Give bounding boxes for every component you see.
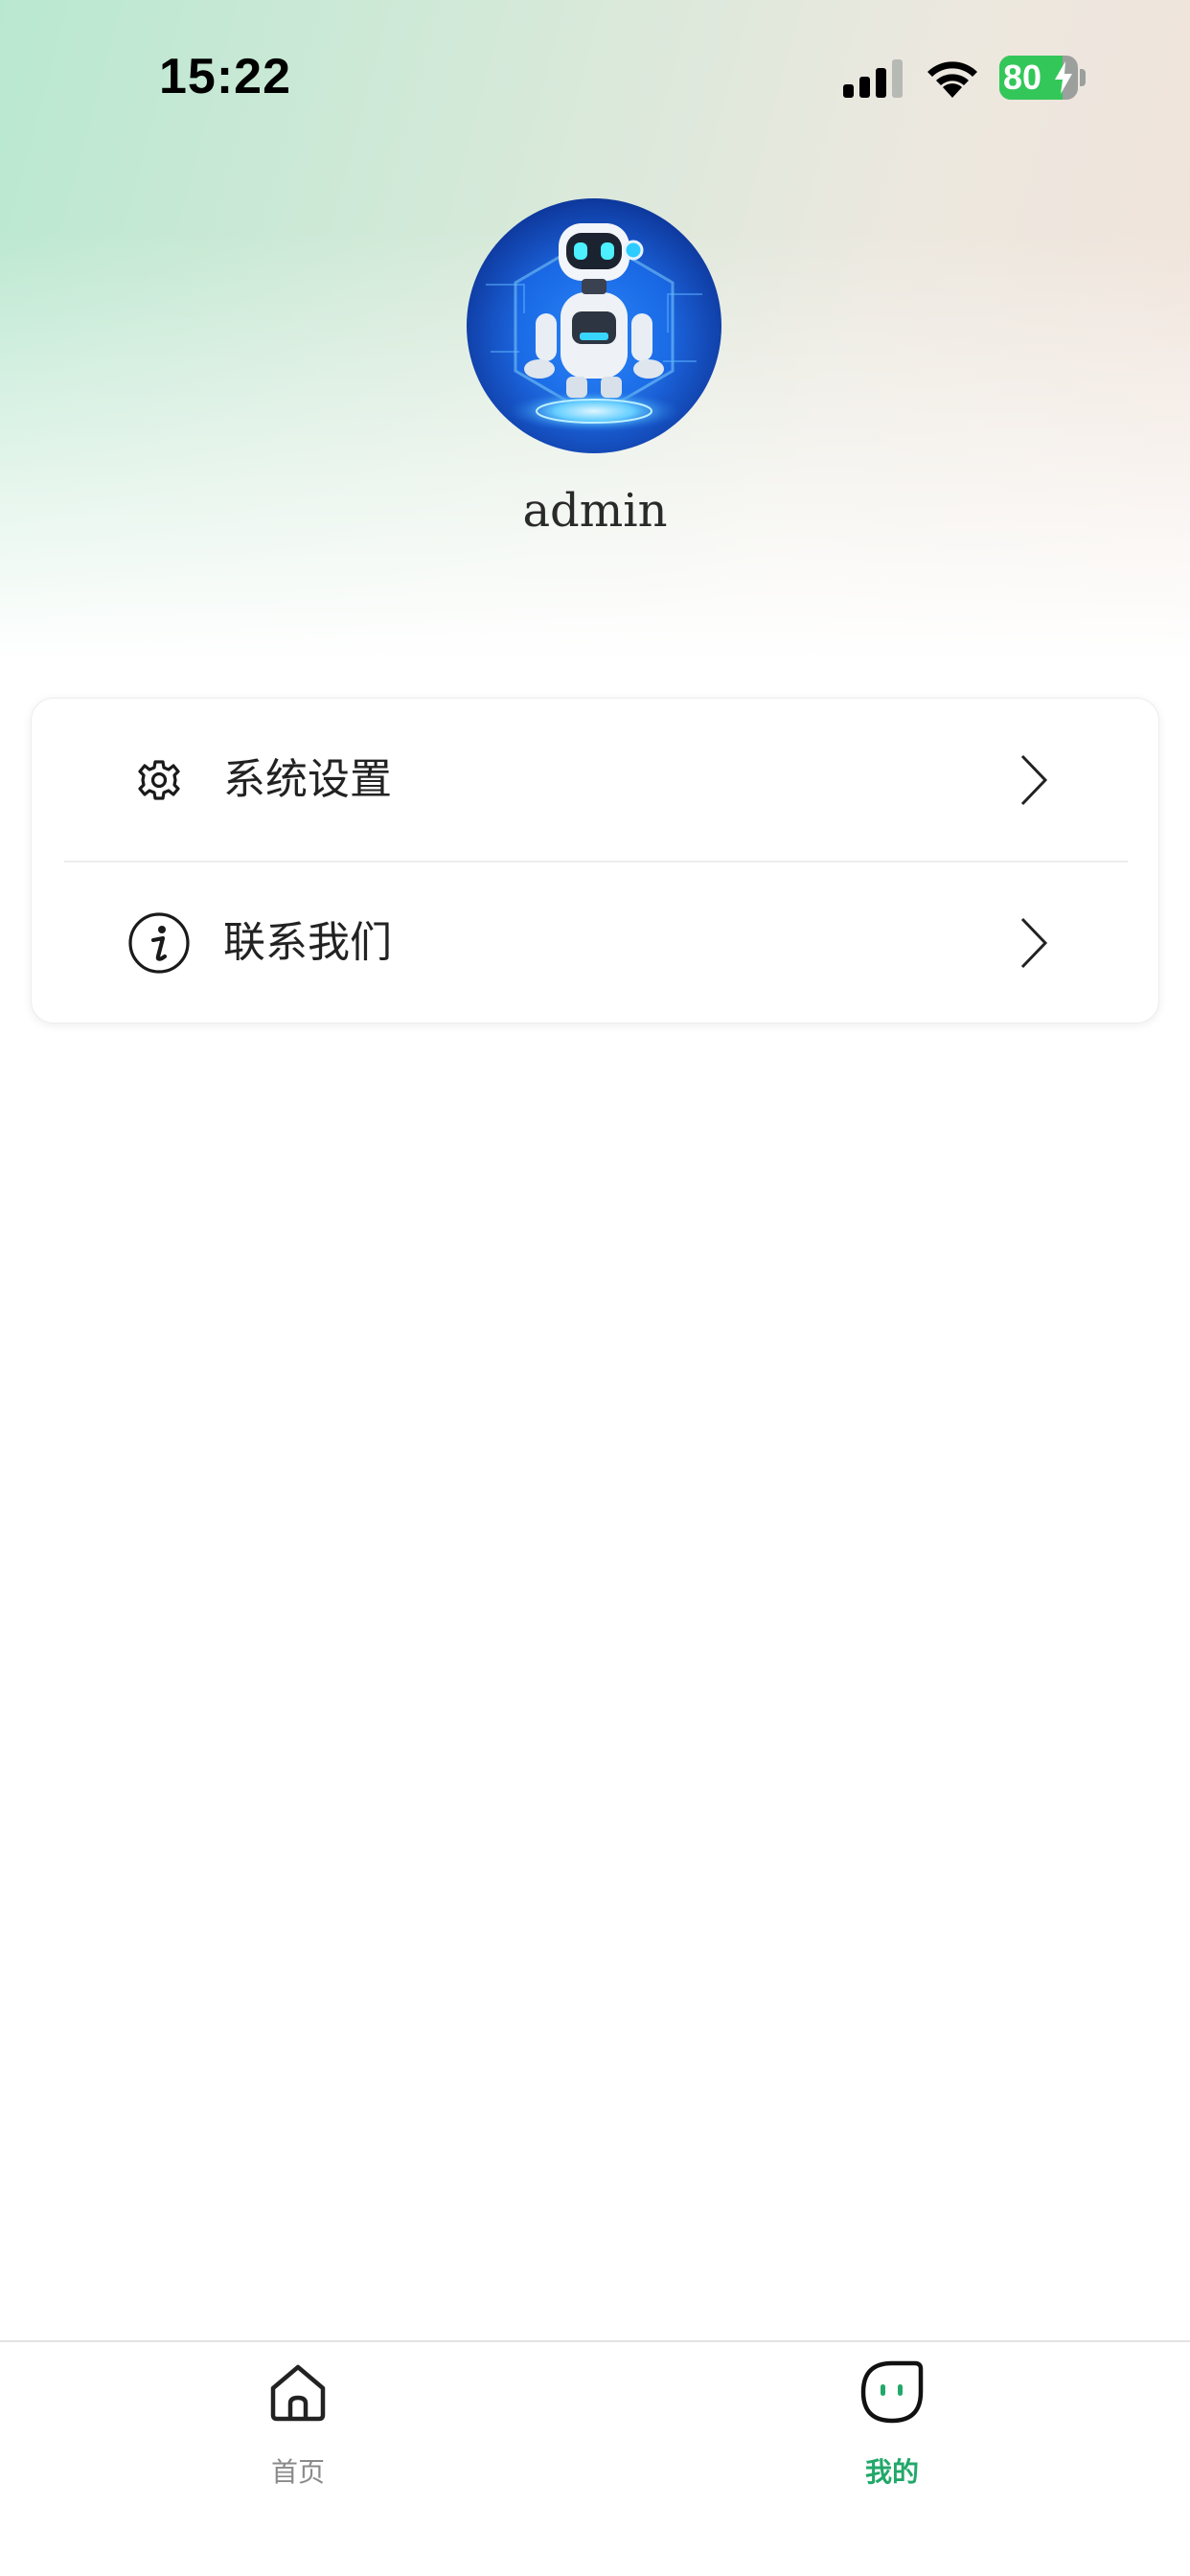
battery-body: 80 bbox=[999, 56, 1078, 100]
info-icon bbox=[128, 912, 190, 974]
charging-bolt-icon bbox=[1055, 61, 1072, 94]
mine-icon bbox=[860, 2360, 924, 2424]
gear-icon bbox=[138, 760, 180, 800]
home-icon bbox=[270, 2364, 326, 2422]
battery-indicator: 80 bbox=[999, 56, 1086, 100]
menu-item-label: 系统设置 bbox=[223, 755, 392, 804]
battery-cap bbox=[1080, 69, 1086, 86]
menu-item-label: 联系我们 bbox=[223, 918, 392, 967]
robot-avatar-icon bbox=[467, 198, 721, 453]
battery-level: 80 bbox=[1003, 58, 1042, 97]
chevron-right-icon bbox=[1020, 754, 1048, 806]
username: admin bbox=[522, 484, 668, 538]
cellular-signal-icon bbox=[843, 59, 903, 98]
status-time: 15:22 bbox=[159, 49, 291, 104]
avatar[interactable] bbox=[467, 198, 721, 453]
chevron-right-icon bbox=[1020, 917, 1048, 969]
wifi-icon bbox=[927, 61, 977, 98]
tab-mine[interactable]: 我的 bbox=[777, 2359, 1007, 2513]
menu-item-contact-us[interactable]: 联系我们 bbox=[32, 862, 1160, 1024]
tab-label: 首页 bbox=[270, 2456, 325, 2488]
tab-bar: 首页 我的 bbox=[0, 2340, 1190, 2576]
status-bar: 15:22 80 bbox=[0, 0, 1190, 153]
tab-label: 我的 bbox=[864, 2456, 919, 2488]
menu-card: 系统设置 联系我们 bbox=[31, 698, 1159, 1024]
menu-item-system-settings[interactable]: 系统设置 bbox=[32, 699, 1160, 862]
tab-home[interactable]: 首页 bbox=[183, 2359, 413, 2513]
